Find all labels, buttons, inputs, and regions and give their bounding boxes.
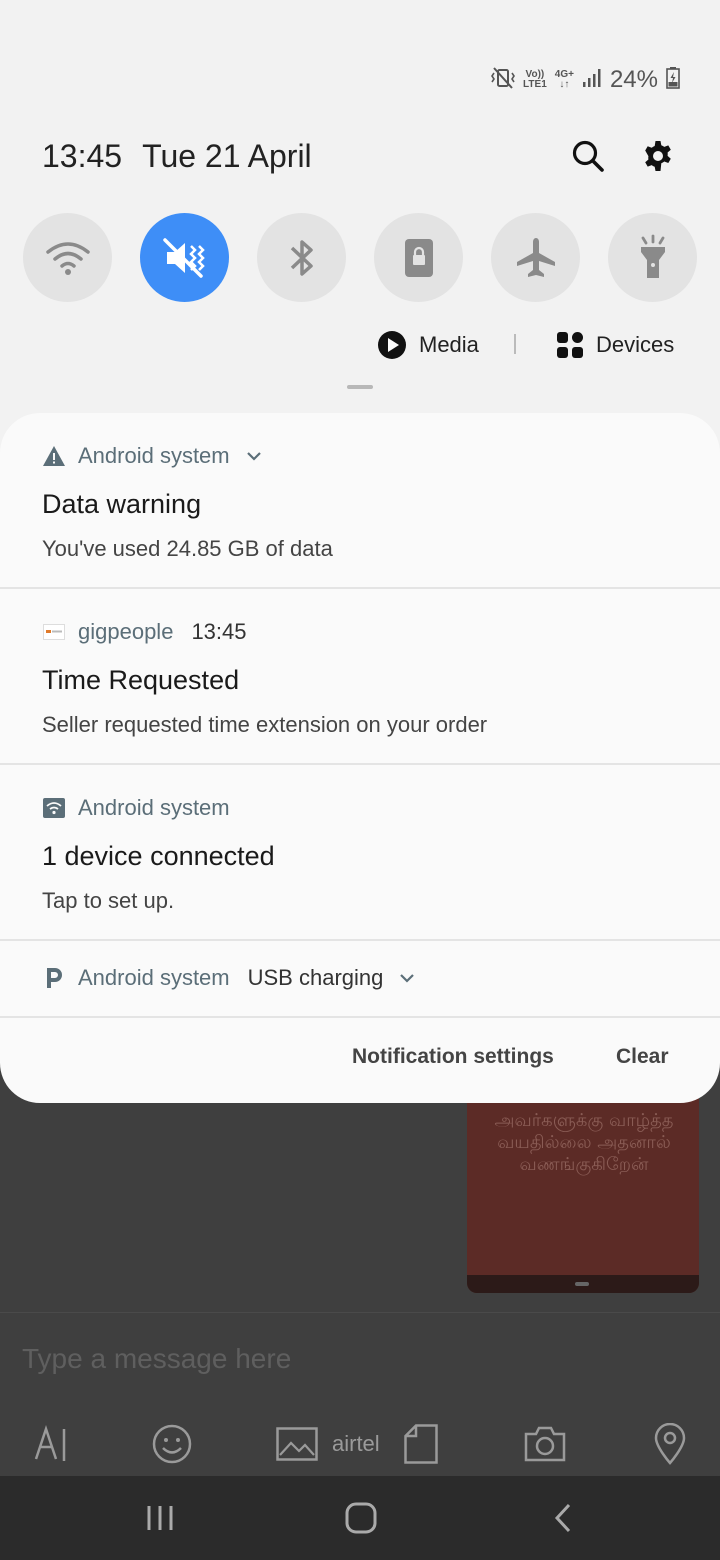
text-format-button[interactable]: [34, 1418, 68, 1470]
wifi-badge-icon: [42, 796, 66, 820]
portrait-lock-icon: [404, 238, 433, 277]
notification-title: Time Requested: [42, 665, 240, 695]
warning-icon: [42, 444, 66, 468]
file-icon: [404, 1424, 438, 1464]
devices-icon: [556, 331, 584, 359]
notification-usb-charging[interactable]: Android system USB charging: [0, 941, 720, 1017]
back-button[interactable]: [523, 1476, 603, 1560]
panel-header: 13:45 Tue 21 April: [42, 132, 678, 180]
network-type: 4G+ ↓↑: [555, 70, 574, 90]
notification-time: 13:45: [191, 619, 247, 644]
chat-image-phone-bar: [467, 1275, 699, 1293]
image-icon: [276, 1427, 318, 1461]
usb-icon: [42, 966, 66, 990]
message-input[interactable]: Type a message here: [22, 1343, 291, 1375]
bluetooth-icon: [290, 239, 313, 276]
bluetooth-toggle[interactable]: [257, 213, 346, 302]
navigation-bar: [0, 1476, 720, 1560]
notification-text: Tap to set up.: [42, 888, 175, 913]
status-bar: Vo)) LTE1 4G+ ↓↑ 24%: [491, 62, 680, 98]
text-format-icon: [34, 1425, 66, 1461]
home-icon: [345, 1502, 377, 1534]
airplane-icon: [516, 237, 555, 277]
media-label: Media: [419, 332, 479, 357]
data-arrows-icon: ↓↑: [559, 79, 570, 90]
devices-label: Devices: [596, 332, 675, 357]
card-actions: Notification settings Clear: [0, 1045, 720, 1075]
panel-drag-handle[interactable]: [347, 385, 373, 389]
notification-header: Android system: [42, 795, 230, 821]
notification-header: Android system USB charging: [42, 965, 415, 991]
quick-toggles: [23, 213, 697, 302]
camera-icon: [524, 1426, 566, 1462]
search-button[interactable]: [568, 136, 608, 176]
portrait-lock-toggle[interactable]: [374, 213, 463, 302]
chat-image-text: அவர்களுக்கு வாழ்த்த வயதில்லை அதனால் வணங்…: [494, 1110, 674, 1175]
notification-app-name: Android system: [78, 965, 230, 990]
notification-app-name: Android system: [78, 443, 230, 468]
notification-app-name: gigpeople: [78, 619, 174, 644]
signal-icon: [582, 68, 602, 93]
background-chat-app: அவர்களுக்கு வாழ்த்த வயதில்லை அதனால் வணங்…: [0, 1040, 720, 1560]
recents-button[interactable]: [120, 1476, 200, 1560]
battery-charging-icon: [666, 66, 680, 94]
location-button[interactable]: [654, 1418, 686, 1470]
wifi-toggle[interactable]: [23, 213, 112, 302]
notification-app-name: Android system: [78, 795, 230, 820]
airplane-toggle[interactable]: [491, 213, 580, 302]
gigpeople-app-icon: [42, 620, 66, 644]
clear-button[interactable]: Clear: [616, 1045, 669, 1069]
media-devices-separator: [514, 334, 516, 354]
chat-toolbar: airtel: [0, 1418, 720, 1470]
volte-indicator: Vo)) LTE1: [523, 70, 547, 90]
notification-device-connected[interactable]: Android system 1 device connected Tap to…: [0, 765, 720, 941]
media-button[interactable]: Media: [377, 324, 479, 366]
notification-text: You've used 24.85 GB of data: [42, 536, 333, 561]
date[interactable]: Tue 21 April: [142, 138, 312, 175]
emoji-button[interactable]: [152, 1418, 192, 1470]
chevron-down-icon[interactable]: [399, 972, 415, 984]
carrier-label: airtel: [332, 1431, 380, 1456]
chat-divider: [0, 1312, 720, 1313]
media-devices-row: Media Devices: [0, 324, 720, 366]
play-icon: [377, 330, 407, 360]
back-icon: [554, 1503, 571, 1533]
chat-image-message[interactable]: அவர்களுக்கு வாழ்த்த வயதில்லை அதனால் வணங்…: [467, 1090, 699, 1293]
flashlight-toggle[interactable]: [608, 213, 697, 302]
vibrate-status-icon: [491, 66, 516, 94]
clock[interactable]: 13:45: [42, 138, 122, 175]
recents-icon: [147, 1506, 173, 1530]
vibrate-toggle[interactable]: [140, 213, 229, 302]
notification-card: Android system Data warning You've used …: [0, 413, 720, 1103]
devices-button[interactable]: Devices: [556, 324, 674, 366]
chevron-down-icon[interactable]: [246, 450, 262, 462]
wifi-icon: [45, 241, 90, 275]
notification-divider: [0, 1016, 720, 1018]
notification-text: Seller requested time extension on your …: [42, 712, 488, 737]
settings-button[interactable]: [638, 136, 678, 176]
flashlight-icon: [640, 234, 665, 278]
home-button[interactable]: [321, 1476, 401, 1560]
file-button[interactable]: [404, 1418, 438, 1470]
location-pin-icon: [654, 1423, 686, 1465]
notification-data-warning[interactable]: Android system Data warning You've used …: [0, 413, 720, 589]
notification-settings-button[interactable]: Notification settings: [352, 1045, 554, 1069]
vibrate-icon: [162, 237, 205, 278]
camera-button[interactable]: [524, 1418, 566, 1470]
notification-summary: USB charging: [247, 965, 384, 990]
emoji-icon: [152, 1424, 192, 1464]
notification-time-requested[interactable]: gigpeople 13:45 Time Requested Seller re…: [0, 589, 720, 765]
notification-header: Android system: [42, 443, 262, 469]
battery-percent: 24%: [609, 66, 658, 93]
lte-label: LTE1: [523, 79, 547, 90]
notification-title: 1 device connected: [42, 841, 275, 871]
notification-title: Data warning: [42, 489, 202, 519]
gear-icon: [645, 141, 671, 171]
notification-header: gigpeople 13:45: [42, 619, 247, 645]
search-icon: [572, 140, 604, 172]
gallery-button[interactable]: airtel: [276, 1418, 380, 1470]
